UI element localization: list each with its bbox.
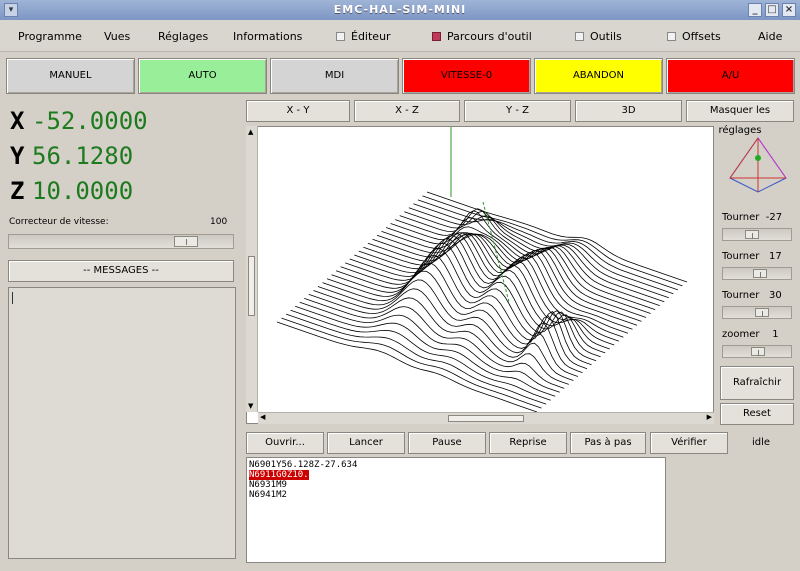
rotate-3-slider[interactable] [722,306,792,319]
gcode-line-current[interactable]: N6911G0Z10. [249,470,309,480]
toolpath-pass [417,199,679,291]
toolpath-pass [299,301,560,393]
offsets-checkbox-icon[interactable] [667,32,676,41]
hide-settings-button[interactable]: Masquer les réglages [686,100,794,136]
emergency-stop-button[interactable]: A/U [666,58,795,94]
toolpath-lines [276,191,688,413]
menu-bar: Programme Vues Réglages Informations Édi… [0,20,800,52]
gcode-listing[interactable]: N6901Y56.128Z-27.634 N6911G0Z10. N6931M9… [246,457,666,563]
rotate-1-slider[interactable] [722,228,792,241]
toolpath-pass [308,294,569,385]
menu-programme[interactable]: Programme [18,30,82,43]
toolpath-pass [290,309,551,401]
dro-z: Z 10.0000 [10,177,134,205]
vertical-scroll-thumb[interactable] [248,256,255,316]
feed-override-slider[interactable] [8,234,234,249]
toolpath-canvas[interactable] [246,126,714,424]
messages-area[interactable] [8,287,236,559]
menu-offsets[interactable]: Offsets [667,30,721,43]
title-bar: ▾ EMC-HAL-SIM-MINI _ □ × [0,0,800,20]
editeur-checkbox-icon[interactable] [336,32,345,41]
toolpath-preview [276,127,688,413]
orientation-gizmo-icon [729,137,787,193]
canvas-horizontal-scrollbar[interactable]: ◀ ▶ [258,412,714,424]
menu-aide[interactable]: Aide [758,30,782,43]
zoom-slider[interactable] [722,345,792,358]
messages-button[interactable]: -- MESSAGES -- [8,260,234,282]
mode-manuel-button[interactable]: MANUEL [6,58,135,94]
menu-outils[interactable]: Outils [575,30,622,43]
outils-checkbox-icon[interactable] [575,32,584,41]
dro-y: Y 56.1280 [10,142,134,170]
toolpath-pass [358,232,619,342]
toolpath-pass [422,195,683,287]
scroll-down-icon[interactable]: ▼ [248,402,253,410]
menu-informations[interactable]: Informations [233,30,302,43]
minimize-icon[interactable]: _ [748,3,762,17]
tab-3d[interactable]: 3D [575,100,682,122]
gcode-line[interactable]: N6941M2 [249,490,663,500]
mode-mdi-button[interactable]: MDI [270,58,399,94]
rotate-1-label: Tourner -27 [722,212,783,223]
rotate-2-slider[interactable] [722,267,792,280]
open-button[interactable]: Ouvrir... [246,432,324,454]
toolpath-pass [276,321,538,413]
scroll-up-icon[interactable]: ▲ [248,128,253,136]
view-controls: Tourner -27 Tourner 17 Tourner 30 zoomer… [718,126,796,426]
mode-auto-button[interactable]: AUTO [138,58,267,94]
status-text: idle [752,437,771,448]
dro-x-value: -52.0000 [32,107,148,135]
gcode-line[interactable]: N6931M9 [249,480,663,490]
reset-button[interactable]: Reset [720,403,794,425]
window-title: EMC-HAL-SIM-MINI [333,3,467,16]
vitesse-button[interactable]: VITESSE-0 [402,58,531,94]
tab-yz[interactable]: Y - Z [464,100,571,122]
feed-override-thumb[interactable] [174,236,198,247]
toolpath-pass [376,234,638,326]
menu-vues[interactable]: Vues [104,30,130,43]
maximize-icon[interactable]: □ [765,3,779,17]
tab-xz[interactable]: X - Z [354,100,460,122]
menu-parcours[interactable]: Parcours d'outil [432,30,532,43]
dro-x: X -52.0000 [10,107,148,135]
dro-z-value: 10.0000 [32,177,134,205]
scroll-right-icon[interactable]: ▶ [707,413,712,421]
feed-override-label: Correcteur de vitesse: [9,217,109,227]
close-icon[interactable]: × [782,3,796,17]
abandon-button[interactable]: ABANDON [534,58,663,94]
horizontal-scroll-thumb[interactable] [448,415,524,422]
rotate-3-label: Tourner 30 [722,290,782,301]
feed-override-value: 100 [210,217,228,227]
dro-y-value: 56.1280 [32,142,134,170]
toolpath-pass [404,210,665,303]
menu-reglages[interactable]: Réglages [158,30,208,43]
gcode-line[interactable]: N6901Y56.128Z-27.634 [249,460,663,470]
text-cursor [12,292,13,304]
toolpath-pass [367,232,629,334]
verify-button[interactable]: Vérifier [650,432,728,454]
mode-bar: MANUEL AUTO MDI VITESSE-0 ABANDON A/U [0,54,800,96]
scroll-left-icon[interactable]: ◀ [260,413,265,421]
run-button[interactable]: Lancer [327,432,405,454]
refresh-button[interactable]: Rafraîchir [720,366,794,400]
step-button[interactable]: Pas à pas [570,432,646,454]
resume-button[interactable]: Reprise [489,432,567,454]
toolpath-pass [408,207,669,299]
left-pane: X -52.0000 Y 56.1280 Z 10.0000 Correcteur d… [0,97,240,571]
toolpath-pass [326,262,588,370]
zoom-label: zoomer 1 [722,329,779,340]
tab-xy[interactable]: X - Y [246,100,350,122]
pause-button[interactable]: Pause [408,432,486,454]
parcours-checkbox-icon[interactable] [432,32,441,41]
menu-editeur[interactable]: Éditeur [336,30,391,43]
toolpath-pass [372,233,633,330]
canvas-vertical-scrollbar[interactable]: ▲ ▼ [246,126,258,412]
toolpath-pass [304,298,565,389]
rotate-2-label: Tourner 17 [722,251,782,262]
